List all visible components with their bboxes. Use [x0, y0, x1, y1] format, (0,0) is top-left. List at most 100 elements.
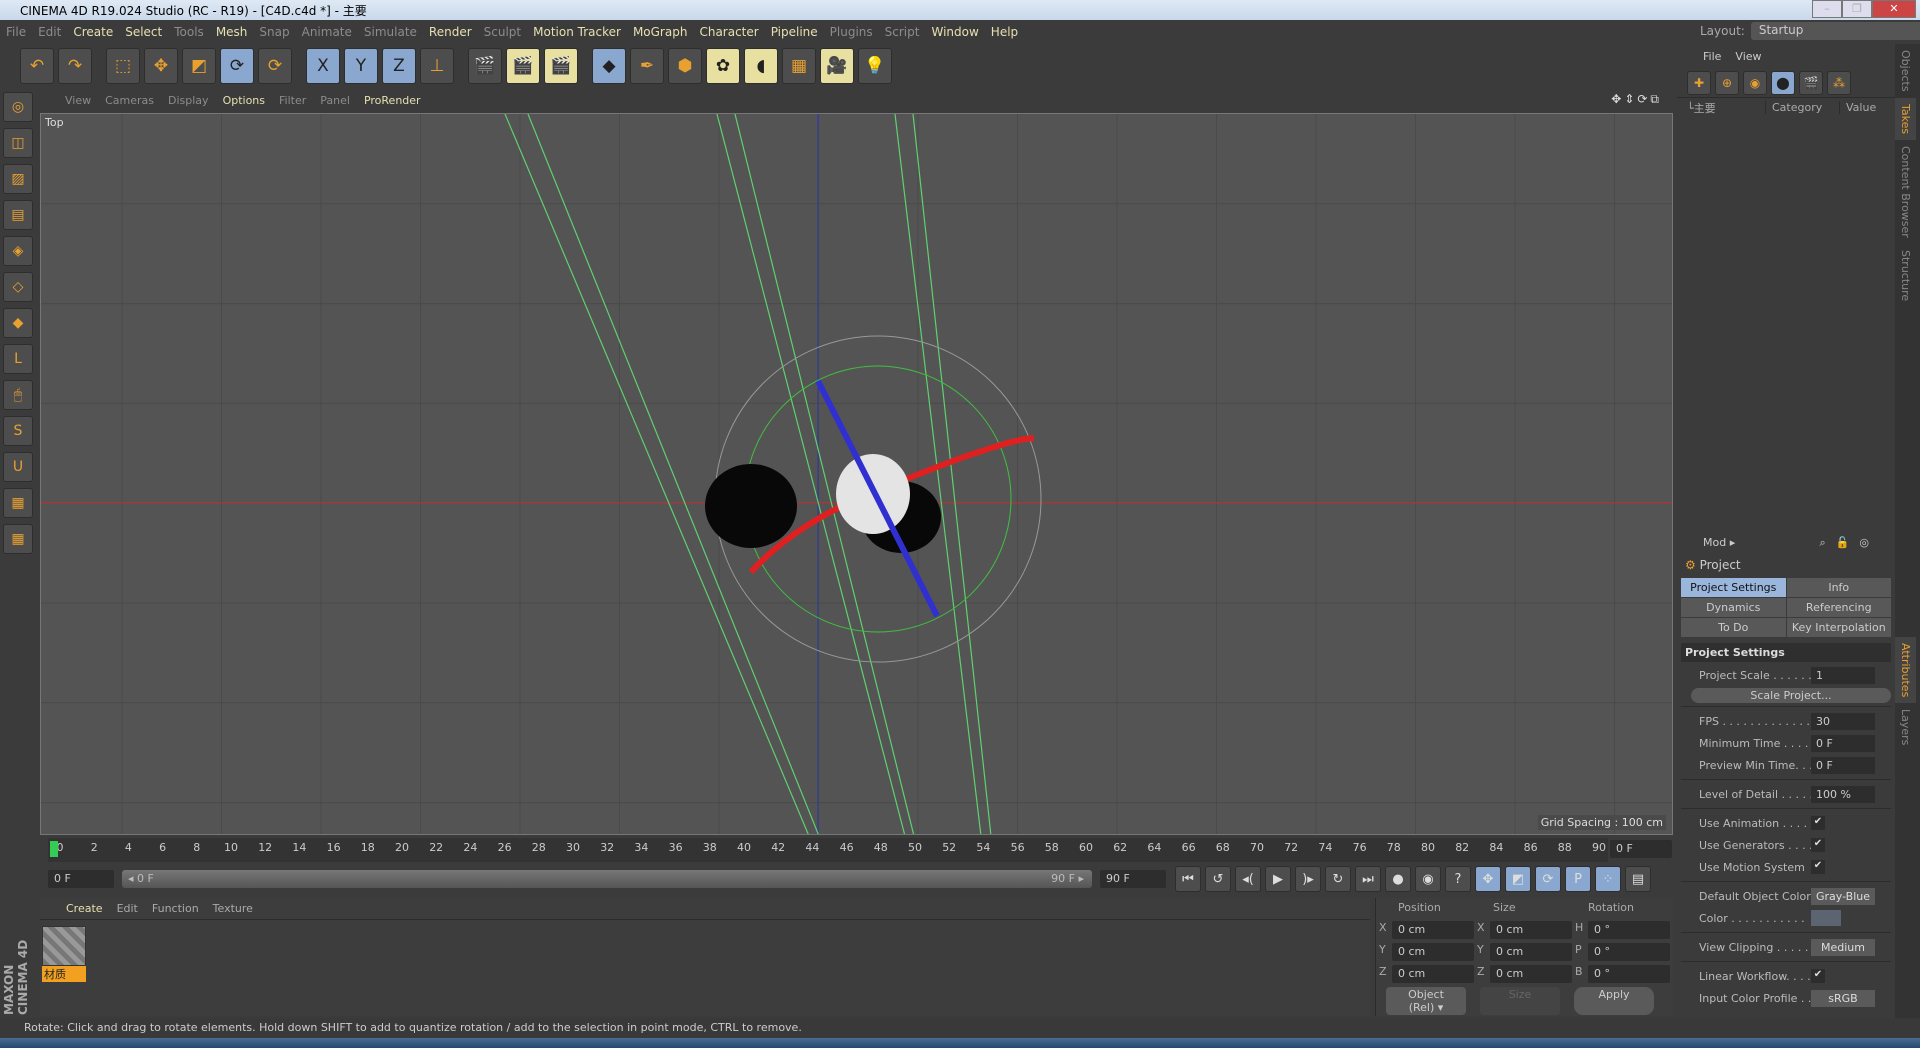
- material-menu-texture[interactable]: Texture: [213, 902, 253, 915]
- tab-dynamics[interactable]: Dynamics: [1681, 598, 1786, 617]
- menu-create[interactable]: Create: [73, 25, 113, 39]
- material-menu-function[interactable]: Function: [152, 902, 199, 915]
- menu-script[interactable]: Script: [885, 25, 920, 39]
- side-tab-layers[interactable]: Layers: [1895, 703, 1916, 751]
- menu-select[interactable]: Select: [125, 25, 162, 39]
- render-picture-viewer-icon[interactable]: 🎬: [506, 48, 540, 84]
- menu-animate[interactable]: Animate: [302, 25, 352, 39]
- apply-button[interactable]: Apply: [1574, 987, 1654, 1015]
- menu-motion-tracker[interactable]: Motion Tracker: [533, 25, 621, 39]
- playback-button[interactable]: ⏭: [1355, 866, 1381, 892]
- color-swatch[interactable]: [1811, 910, 1841, 926]
- coordinate-system-icon[interactable]: ⊥: [420, 48, 454, 84]
- menu-window[interactable]: Window: [931, 25, 978, 39]
- render-take-icon[interactable]: 🎬: [1799, 71, 1823, 95]
- make-editable-icon[interactable]: ◎: [3, 92, 33, 122]
- position-field[interactable]: 0 cm: [1392, 965, 1474, 983]
- rotation-field[interactable]: 0 °: [1588, 921, 1670, 939]
- pen-icon[interactable]: ✒: [630, 48, 664, 84]
- redo-icon[interactable]: ↷: [58, 48, 92, 84]
- playback-button[interactable]: P: [1565, 866, 1591, 892]
- tab-to-do[interactable]: To Do: [1681, 618, 1786, 637]
- menu-help[interactable]: Help: [991, 25, 1018, 39]
- record-icon[interactable]: ⁂: [1827, 71, 1851, 95]
- model-icon[interactable]: ◫: [3, 128, 33, 158]
- restore-button[interactable]: ❐: [1842, 0, 1872, 18]
- attr-mode-menu[interactable]: Mod ▸: [1703, 536, 1735, 550]
- frame-range-slider[interactable]: ◂ 0 F 90 F ▸: [122, 870, 1092, 888]
- project-scale-field[interactable]: 1: [1811, 666, 1875, 684]
- rotate-icon[interactable]: ⟳: [220, 48, 254, 84]
- render-view-icon[interactable]: 🎬: [468, 48, 502, 84]
- menu-mograph[interactable]: MoGraph: [633, 25, 688, 39]
- use-generators-checkbox[interactable]: ✔: [1811, 838, 1825, 852]
- axis-icon[interactable]: L: [3, 344, 33, 374]
- size-mode-dropdown[interactable]: Size: [1480, 987, 1560, 1015]
- snap-icon[interactable]: U: [3, 452, 33, 482]
- menu-tools[interactable]: Tools: [174, 25, 204, 39]
- linear-workflow-checkbox[interactable]: ✔: [1811, 969, 1825, 983]
- viewport-menu-panel[interactable]: Panel: [320, 94, 350, 107]
- viewport-menu-cameras[interactable]: Cameras: [105, 94, 154, 107]
- start-frame-field[interactable]: 0 F: [48, 870, 114, 888]
- take-root[interactable]: └主要: [1677, 100, 1765, 116]
- current-frame-field[interactable]: 0 F: [1610, 840, 1672, 858]
- tab-info[interactable]: Info: [1786, 578, 1891, 597]
- x-axis-icon[interactable]: X: [306, 48, 340, 84]
- value-column[interactable]: Value: [1839, 101, 1876, 114]
- size-field[interactable]: 0 cm: [1490, 965, 1572, 983]
- edit-render-settings-icon[interactable]: 🎬: [544, 48, 578, 84]
- light-icon[interactable]: 💡: [858, 48, 892, 84]
- menu-snap[interactable]: Snap: [259, 25, 289, 39]
- viewport-nav-icons[interactable]: ✥⇕⟳⧉: [1611, 92, 1662, 107]
- subdivision-icon[interactable]: ⬢: [668, 48, 702, 84]
- menu-render[interactable]: Render: [429, 25, 472, 39]
- playback-button[interactable]: ⏮: [1175, 866, 1201, 892]
- playback-button[interactable]: ◉: [1415, 866, 1441, 892]
- menu-pipeline[interactable]: Pipeline: [771, 25, 818, 39]
- side-tab-attributes[interactable]: Attributes: [1895, 636, 1916, 703]
- playback-button[interactable]: ↻: [1325, 866, 1351, 892]
- planar-workplane-icon[interactable]: ▦: [3, 524, 33, 554]
- tab-key-interpolation[interactable]: Key Interpolation: [1786, 618, 1891, 637]
- target-icon[interactable]: ◎: [1859, 536, 1869, 550]
- polygons-icon[interactable]: ◆: [3, 308, 33, 338]
- playback-button[interactable]: ▤: [1625, 866, 1651, 892]
- side-tab-structure[interactable]: Structure: [1895, 244, 1916, 307]
- view-clipping-dropdown[interactable]: Medium: [1811, 938, 1875, 956]
- menu-simulate[interactable]: Simulate: [364, 25, 417, 39]
- texture-icon[interactable]: ▨: [3, 164, 33, 194]
- use-animation-checkbox[interactable]: ✔: [1811, 816, 1825, 830]
- menu-plugins[interactable]: Plugins: [830, 25, 873, 39]
- position-field[interactable]: 0 cm: [1392, 921, 1474, 939]
- objects-menu-view[interactable]: View: [1735, 50, 1761, 63]
- lod-field[interactable]: 100 %: [1811, 785, 1875, 803]
- end-frame-field[interactable]: 90 F: [1100, 870, 1166, 888]
- camera-icon[interactable]: 🎥: [820, 48, 854, 84]
- viewport[interactable]: Top Grid Spacing : 100 cm: [40, 113, 1673, 835]
- objects-menu-file[interactable]: File: [1703, 50, 1721, 63]
- cloner-icon[interactable]: ✿: [706, 48, 740, 84]
- live-selection-icon[interactable]: ⬚: [106, 48, 140, 84]
- playback-button[interactable]: ↺: [1205, 866, 1231, 892]
- points-icon[interactable]: ◈: [3, 236, 33, 266]
- floor-icon[interactable]: ▦: [782, 48, 816, 84]
- playback-button[interactable]: )▸: [1295, 866, 1321, 892]
- use-motion-checkbox[interactable]: ✔: [1811, 860, 1825, 874]
- recent-tool-icon[interactable]: ⟳: [258, 48, 292, 84]
- z-axis-icon[interactable]: Z: [382, 48, 416, 84]
- material-item[interactable]: 材质: [42, 926, 86, 988]
- viewport-menu-filter[interactable]: Filter: [279, 94, 306, 107]
- lock-icon[interactable]: 🔓: [1836, 536, 1850, 550]
- workplane-icon[interactable]: ▤: [3, 200, 33, 230]
- fps-field[interactable]: 30: [1811, 712, 1875, 730]
- close-button[interactable]: ✕: [1872, 0, 1916, 18]
- playback-button[interactable]: ✥: [1475, 866, 1501, 892]
- attr-search-icon[interactable]: ⌕: [1820, 536, 1826, 550]
- playback-button[interactable]: ▶: [1265, 866, 1291, 892]
- menu-mesh[interactable]: Mesh: [216, 25, 248, 39]
- playback-button[interactable]: ?: [1445, 866, 1471, 892]
- playback-button[interactable]: ⟳: [1535, 866, 1561, 892]
- playback-button[interactable]: ●: [1385, 866, 1411, 892]
- add-take-icon[interactable]: ✚: [1687, 71, 1711, 95]
